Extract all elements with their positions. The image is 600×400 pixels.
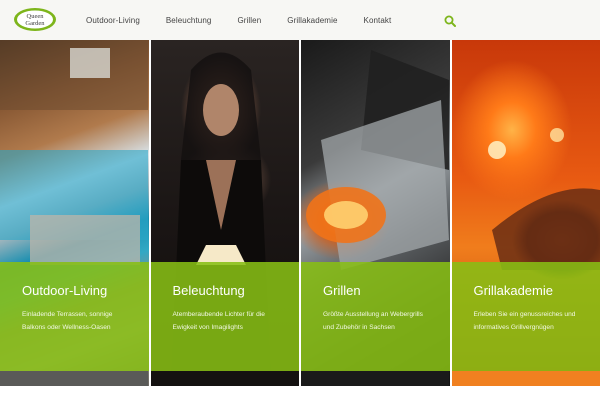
main-nav: Outdoor-Living Beleuchtung Grillen Grill…: [86, 0, 417, 40]
header: Queen Garden Outdoor-Living Beleuchtung …: [0, 0, 600, 40]
nav-item-grillen[interactable]: Grillen: [237, 16, 261, 25]
panel-beleuchtung[interactable]: Beleuchtung Atemberaubende Lichter für d…: [150, 40, 299, 386]
category-panels: Outdoor-Living Einladende Terrassen, son…: [0, 40, 600, 386]
panel-title[interactable]: Outdoor-Living: [22, 283, 107, 298]
nav-item-beleuchtung[interactable]: Beleuchtung: [166, 16, 212, 25]
svg-text:Queen: Queen: [27, 13, 45, 20]
panel-description: Einladende Terrassen, sonnige Balkons od…: [22, 311, 113, 331]
panel-description: Größte Ausstellung an Webergrills und Zu…: [323, 311, 423, 331]
panel-title[interactable]: Beleuchtung: [173, 283, 245, 298]
panel-description: Atemberaubende Lichter für die Ewigkeit …: [172, 311, 265, 331]
svg-text:Garden: Garden: [25, 20, 45, 27]
search-icon[interactable]: [444, 14, 456, 27]
brand-logo[interactable]: Queen Garden: [13, 7, 57, 32]
panel-title[interactable]: Grillen: [323, 283, 361, 298]
nav-item-outdoor-living[interactable]: Outdoor-Living: [86, 16, 140, 25]
panel-title[interactable]: Grillakademie: [474, 283, 553, 298]
logo-icon: Queen Garden: [14, 8, 56, 31]
panel-description: Erleben Sie ein genussreiches und inform…: [473, 311, 576, 331]
nav-item-kontakt[interactable]: Kontakt: [364, 16, 392, 25]
panel-outdoor-living[interactable]: Outdoor-Living Einladende Terrassen, son…: [0, 40, 149, 386]
panel-grillen[interactable]: Grillen Größte Ausstellung an Webergrill…: [301, 40, 450, 386]
nav-item-grillakademie[interactable]: Grillakademie: [287, 16, 337, 25]
panel-grillakademie[interactable]: Grillakademie Erleben Sie ein genussreic…: [451, 40, 600, 386]
